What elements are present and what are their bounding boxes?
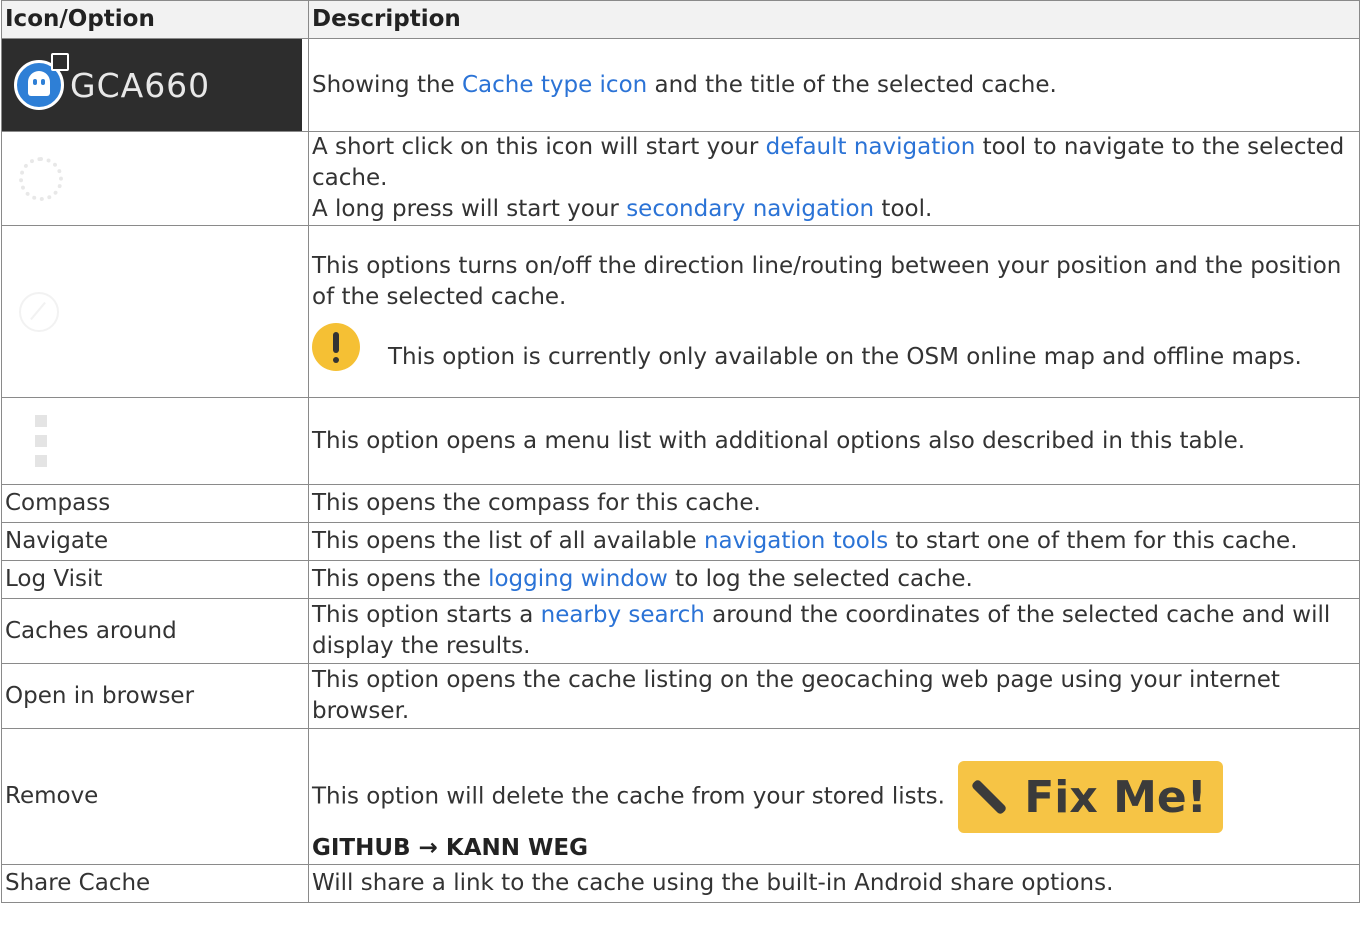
options-table: Icon/Option Description GCA660 Showing t… xyxy=(1,0,1360,903)
table-row: Remove This option will delete the cache… xyxy=(1,728,1360,865)
option-label: Navigate xyxy=(1,522,309,561)
table-header-row: Icon/Option Description xyxy=(1,0,1360,39)
description-cell: This option will delete the cache from y… xyxy=(308,728,1360,865)
table-row: Log Visit This opens the logging window … xyxy=(1,560,1360,599)
default-navigation-link[interactable]: default navigation xyxy=(766,134,976,160)
option-label: Remove xyxy=(1,728,309,865)
navigation-tools-link[interactable]: navigation tools xyxy=(704,528,888,554)
fixme-badge: Fix Me! xyxy=(958,761,1223,833)
description-cell: This opens the list of all available nav… xyxy=(308,522,1360,561)
option-label: Caches around xyxy=(1,598,309,664)
option-cell xyxy=(1,225,309,398)
cache-title-image: GCA660 xyxy=(2,39,302,131)
option-label: Open in browser xyxy=(1,663,309,729)
more-menu-icon xyxy=(35,415,47,467)
nearby-search-link[interactable]: nearby search xyxy=(541,602,705,628)
table-row: Compass This opens the compass for this … xyxy=(1,484,1360,523)
table-row: GCA660 Showing the Cache type icon and t… xyxy=(1,38,1360,132)
description-cell: Showing the Cache type icon and the titl… xyxy=(308,38,1360,132)
cache-name: GCA660 xyxy=(70,65,211,105)
description-cell: This option opens the cache listing on t… xyxy=(308,663,1360,729)
option-cell: GCA660 xyxy=(1,38,309,132)
option-label: Compass xyxy=(1,484,309,523)
navigation-icon xyxy=(19,156,63,201)
column-header-icon-option: Icon/Option xyxy=(1,0,309,39)
warning-note: This option is currently only available … xyxy=(312,322,1357,373)
option-cell xyxy=(1,397,309,485)
description-cell: This options turns on/off the direction … xyxy=(308,225,1360,398)
direction-description: This options turns on/off the direction … xyxy=(312,252,1342,310)
direction-line-icon xyxy=(19,291,59,332)
description-cell: This option opens a menu list with addit… xyxy=(308,397,1360,485)
wrench-icon xyxy=(970,778,1008,816)
cache-type-icon-link[interactable]: Cache type icon xyxy=(462,72,647,98)
column-header-description: Description xyxy=(308,0,1360,39)
table-row: Navigate This opens the list of all avai… xyxy=(1,522,1360,561)
description-cell: This opens the logging window to log the… xyxy=(308,560,1360,599)
option-label: Log Visit xyxy=(1,560,309,599)
logging-window-link[interactable]: logging window xyxy=(488,566,668,592)
description-cell: Will share a link to the cache using the… xyxy=(308,864,1360,903)
description-cell: This opens the compass for this cache. xyxy=(308,484,1360,523)
table-row: A short click on this icon will start yo… xyxy=(1,131,1360,226)
cache-type-ghost-icon xyxy=(14,53,69,110)
description-cell: This option starts a nearby search aroun… xyxy=(308,598,1360,664)
secondary-navigation-link[interactable]: secondary navigation xyxy=(626,196,874,222)
table-row: Open in browser This option opens the ca… xyxy=(1,663,1360,729)
stored-floppy-icon xyxy=(51,53,69,71)
description-cell: A short click on this icon will start yo… xyxy=(308,131,1360,226)
option-cell xyxy=(1,131,309,226)
table-row: This options turns on/off the direction … xyxy=(1,225,1360,398)
remove-note: GITHUB → KANN WEG xyxy=(312,835,588,861)
table-row: This option opens a menu list with addit… xyxy=(1,397,1360,485)
table-row: Caches around This option starts a nearb… xyxy=(1,598,1360,664)
option-label: Share Cache xyxy=(1,864,309,903)
table-row: Share Cache Will share a link to the cac… xyxy=(1,864,1360,903)
warning-icon xyxy=(312,322,360,371)
remove-description: This option will delete the cache from y… xyxy=(312,783,945,810)
warning-text: This option is currently only available … xyxy=(388,343,1302,370)
